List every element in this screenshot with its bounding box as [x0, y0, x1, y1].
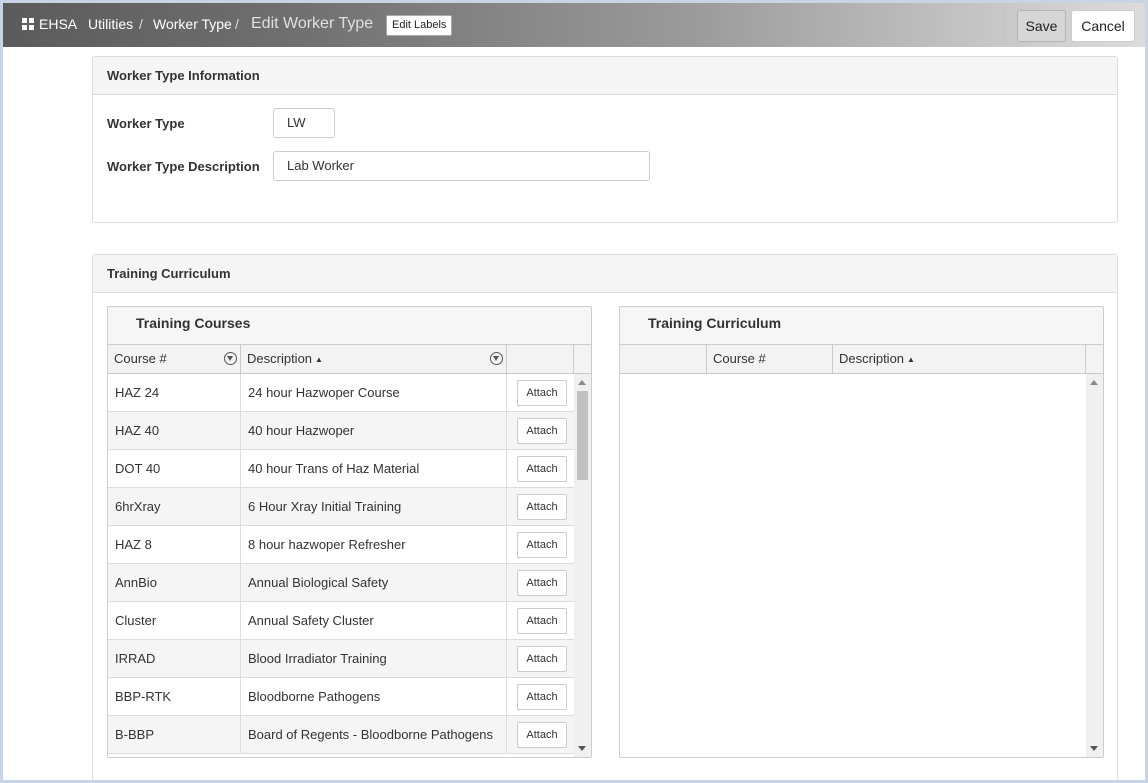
filter-icon[interactable] — [490, 352, 503, 365]
sort-asc-icon: ▲ — [907, 355, 915, 364]
page-title: Edit Worker Type — [251, 15, 374, 32]
attach-button[interactable]: Attach — [517, 456, 567, 482]
column-label: Description — [247, 351, 313, 366]
attach-button[interactable]: Attach — [517, 684, 567, 710]
training-curriculum-panel: Training Curriculum Training Courses Cou… — [92, 254, 1118, 780]
course-description-cell: Blood Irradiator Training — [241, 640, 507, 677]
worker-type-info-panel: Worker Type Information Worker Type LW W… — [92, 56, 1118, 223]
panel-title: Worker Type Information — [93, 57, 1117, 95]
course-number-cell: Cluster — [108, 602, 241, 639]
column-label: Course # — [114, 351, 167, 366]
grid-title: Training Courses — [108, 307, 591, 345]
attach-button[interactable]: Attach — [517, 570, 567, 596]
course-number-cell: AnnBio — [108, 564, 241, 601]
grid-title: Training Curriculum — [620, 307, 1103, 345]
course-description-cell: 6 Hour Xray Initial Training — [241, 488, 507, 525]
course-description-cell: Bloodborne Pathogens — [241, 678, 507, 715]
brand-link[interactable]: EHSA — [22, 16, 77, 32]
scroll-thumb[interactable] — [577, 391, 588, 480]
table-row[interactable]: 6hrXray 6 Hour Xray Initial Training Attac… — [108, 488, 574, 526]
breadcrumb-separator: / — [235, 16, 239, 32]
attach-button[interactable]: Attach — [517, 380, 567, 406]
worker-type-description-label: Worker Type Description — [107, 159, 260, 174]
table-row[interactable]: HAZ 88 hour hazwoper Refresher Attach — [108, 526, 574, 564]
course-description-cell: 40 hour Trans of Haz Material — [241, 450, 507, 487]
scroll-up-icon[interactable] — [578, 380, 586, 385]
table-row[interactable]: DOT 40 40 hour Trans of Haz Material Attac… — [108, 450, 574, 488]
grid-icon — [22, 18, 34, 30]
top-bar: EHSA Utilities / Worker Type / Edit Work… — [3, 3, 1145, 47]
edit-labels-button[interactable]: Edit Labels — [386, 15, 453, 36]
cancel-button[interactable]: Cancel — [1071, 10, 1135, 42]
app-window: EHSA Utilities / Worker Type / Edit Work… — [3, 3, 1145, 780]
attach-button[interactable]: Attach — [517, 646, 567, 672]
filter-icon[interactable] — [224, 352, 237, 365]
course-number-cell: HAZ 8 — [108, 526, 241, 563]
worker-type-description-input[interactable]: Lab Worker — [273, 151, 650, 181]
column-header-action — [507, 345, 574, 373]
table-row[interactable]: BBP-RTK Bloodborne Pathogens Attach — [108, 678, 574, 716]
worker-type-label: Worker Type — [107, 116, 185, 131]
column-label: Course # — [713, 351, 766, 366]
table-row[interactable]: Cluster Annual Safety Cluster Attach — [108, 602, 574, 640]
column-header-course[interactable]: Course # — [108, 345, 241, 373]
course-description-cell: Board of Regents - Bloodborne Pathogens — [241, 716, 507, 753]
column-label: Description — [839, 351, 905, 366]
column-header-description[interactable]: Description ▲ — [833, 345, 1086, 373]
course-description-cell: 24 hour Hazwoper Course — [241, 374, 507, 411]
course-number-cell: IRRAD — [108, 640, 241, 677]
table-row[interactable]: IRRAD Blood Irradiator Training Attach — [108, 640, 574, 678]
attach-button[interactable]: Attach — [517, 608, 567, 634]
vertical-scrollbar[interactable] — [574, 374, 591, 757]
table-row[interactable]: HAZ 40 40 hour Hazwoper Attach — [108, 412, 574, 450]
course-description-cell: Annual Safety Cluster — [241, 602, 507, 639]
table-row[interactable]: AnnBio Annual Biological Safety Attach — [108, 564, 574, 602]
vertical-scrollbar[interactable] — [1086, 374, 1103, 757]
course-number-cell: DOT 40 — [108, 450, 241, 487]
worker-type-input[interactable]: LW — [273, 108, 335, 138]
course-number-cell: HAZ 24 — [108, 374, 241, 411]
brand-label: EHSA — [39, 16, 78, 32]
grid-header-row: Course # Description ▲ — [108, 345, 591, 374]
panel-title: Training Curriculum — [93, 255, 1117, 293]
table-row[interactable]: HAZ 24 24 hour Hazwoper Course Attach — [108, 374, 574, 412]
column-header-course[interactable]: Course # — [707, 345, 833, 373]
attach-button[interactable]: Attach — [517, 418, 567, 444]
attach-button[interactable]: Attach — [517, 722, 567, 748]
scroll-down-icon[interactable] — [578, 746, 586, 751]
save-button[interactable]: Save — [1017, 10, 1066, 42]
breadcrumb-separator: / — [139, 16, 143, 32]
breadcrumb-utilities[interactable]: Utilities — [88, 16, 133, 32]
sort-asc-icon: ▲ — [315, 355, 323, 364]
breadcrumb-worker-type[interactable]: Worker Type — [153, 16, 232, 32]
scroll-down-icon[interactable] — [1090, 746, 1098, 751]
scroll-up-icon[interactable] — [1090, 380, 1098, 385]
training-curriculum-grid: Training Curriculum Course # Description… — [619, 306, 1104, 758]
course-number-cell: BBP-RTK — [108, 678, 241, 715]
course-description-cell: 40 hour Hazwoper — [241, 412, 507, 449]
course-number-cell: B-BBP — [108, 716, 241, 753]
grid-header-row: Course # Description ▲ — [620, 345, 1103, 374]
course-description-cell: Annual Biological Safety — [241, 564, 507, 601]
attach-button[interactable]: Attach — [517, 532, 567, 558]
column-header-action — [620, 345, 707, 373]
table-row[interactable]: B-BBP Board of Regents - Bloodborne Patho… — [108, 716, 574, 754]
attach-button[interactable]: Attach — [517, 494, 567, 520]
training-courses-grid: Training Courses Course # Description ▲ H… — [107, 306, 592, 758]
column-header-description[interactable]: Description ▲ — [241, 345, 507, 373]
course-number-cell: HAZ 40 — [108, 412, 241, 449]
course-description-cell: 8 hour hazwoper Refresher — [241, 526, 507, 563]
course-number-cell: 6hrXray — [108, 488, 241, 525]
